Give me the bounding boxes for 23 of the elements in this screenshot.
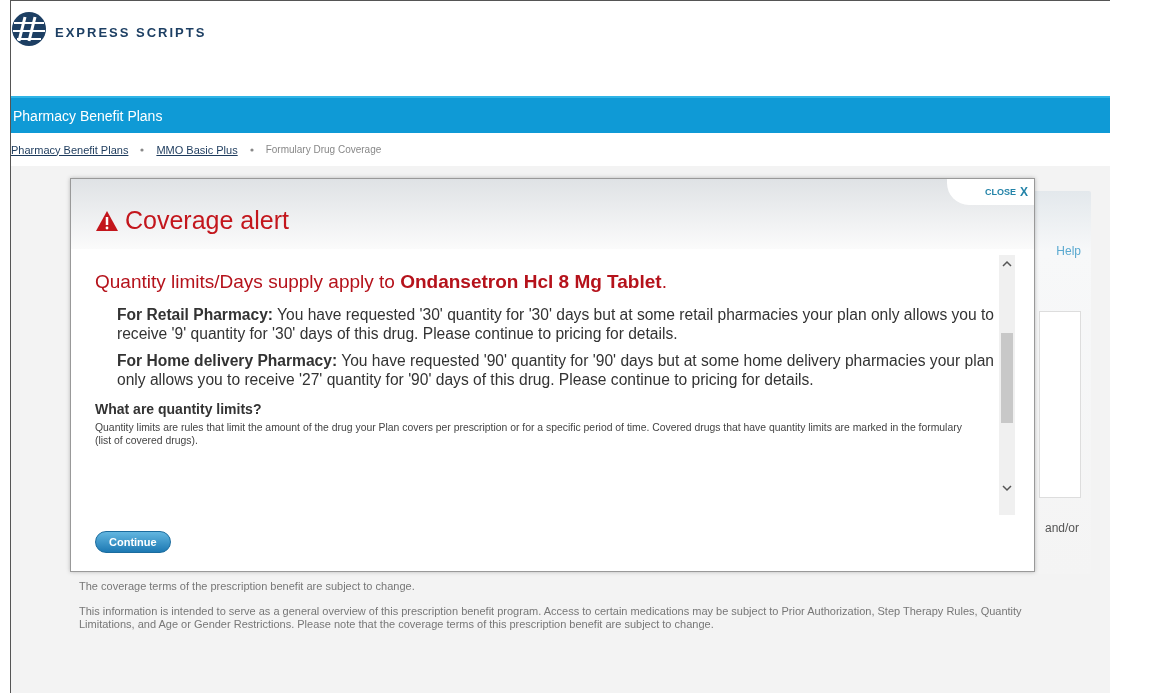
continue-button[interactable]: Continue bbox=[95, 531, 171, 553]
scroll-up-icon[interactable] bbox=[1002, 260, 1012, 267]
breadcrumb-current: Formulary Drug Coverage bbox=[265, 144, 382, 155]
pharmacy-limit-text: For Home delivery Pharmacy: You have requested '90' quantity for '90' days but at some home delivery pharmacies your plan only allows you to receive '27' quantity for '90' days of this drug. Please continue to pricing for details. bbox=[117, 351, 995, 389]
alert-headline: Quantity limits/Days supply apply to Ondansetron Hcl 8 Mg Tablet. bbox=[95, 271, 668, 293]
separator-icon bbox=[140, 147, 145, 152]
breadcrumb-link[interactable]: Pharmacy Benefit Plans bbox=[11, 143, 129, 156]
breadcrumb-link[interactable]: MMO Basic Plus bbox=[156, 143, 238, 156]
warning-icon bbox=[95, 209, 119, 232]
scrollbar[interactable] bbox=[999, 255, 1015, 515]
dialog-title: Coverage alert bbox=[125, 206, 289, 235]
help-link[interactable]: Help bbox=[1056, 244, 1081, 258]
nav-title: Pharmacy Benefit Plans bbox=[12, 107, 163, 124]
disclaimer-text: The coverage terms of the prescription benefit are subject to change. bbox=[79, 580, 416, 593]
pharmacy-limit-text: For Retail Pharmacy: You have requested '30' quantity for '30' days but at some retail pharmacies your plan only allows you to receive '9' quantity for '30' days of this drug. Please continue to pricing for details. bbox=[117, 305, 995, 343]
brand-name: EXPRESS SCRIPTS bbox=[55, 25, 207, 40]
separator-icon bbox=[249, 147, 254, 152]
scroll-down-icon[interactable] bbox=[1002, 485, 1012, 492]
question-heading: What are quantity limits? bbox=[95, 401, 263, 417]
close-button[interactable]: CLOSE X bbox=[946, 179, 1034, 205]
disclaimer-text: This information is intended to serve as a general overview of this prescription benefit program. Access to certain medications may be subject to Prior Authorization, Step Therapy Rules, Quantity Limitations, and Age or Gender Restrictions. Please note that the coverage terms of this prescription benefit are subject to change. bbox=[79, 605, 1023, 631]
answer-text: Quantity limits are rules that limit the amount of the drug your Plan covers per prescription or for a specific period of time. Covered drugs that have quantity limits are marked in the formulary (list of covered drugs). bbox=[95, 421, 963, 447]
side-text: and/or bbox=[1044, 521, 1079, 535]
